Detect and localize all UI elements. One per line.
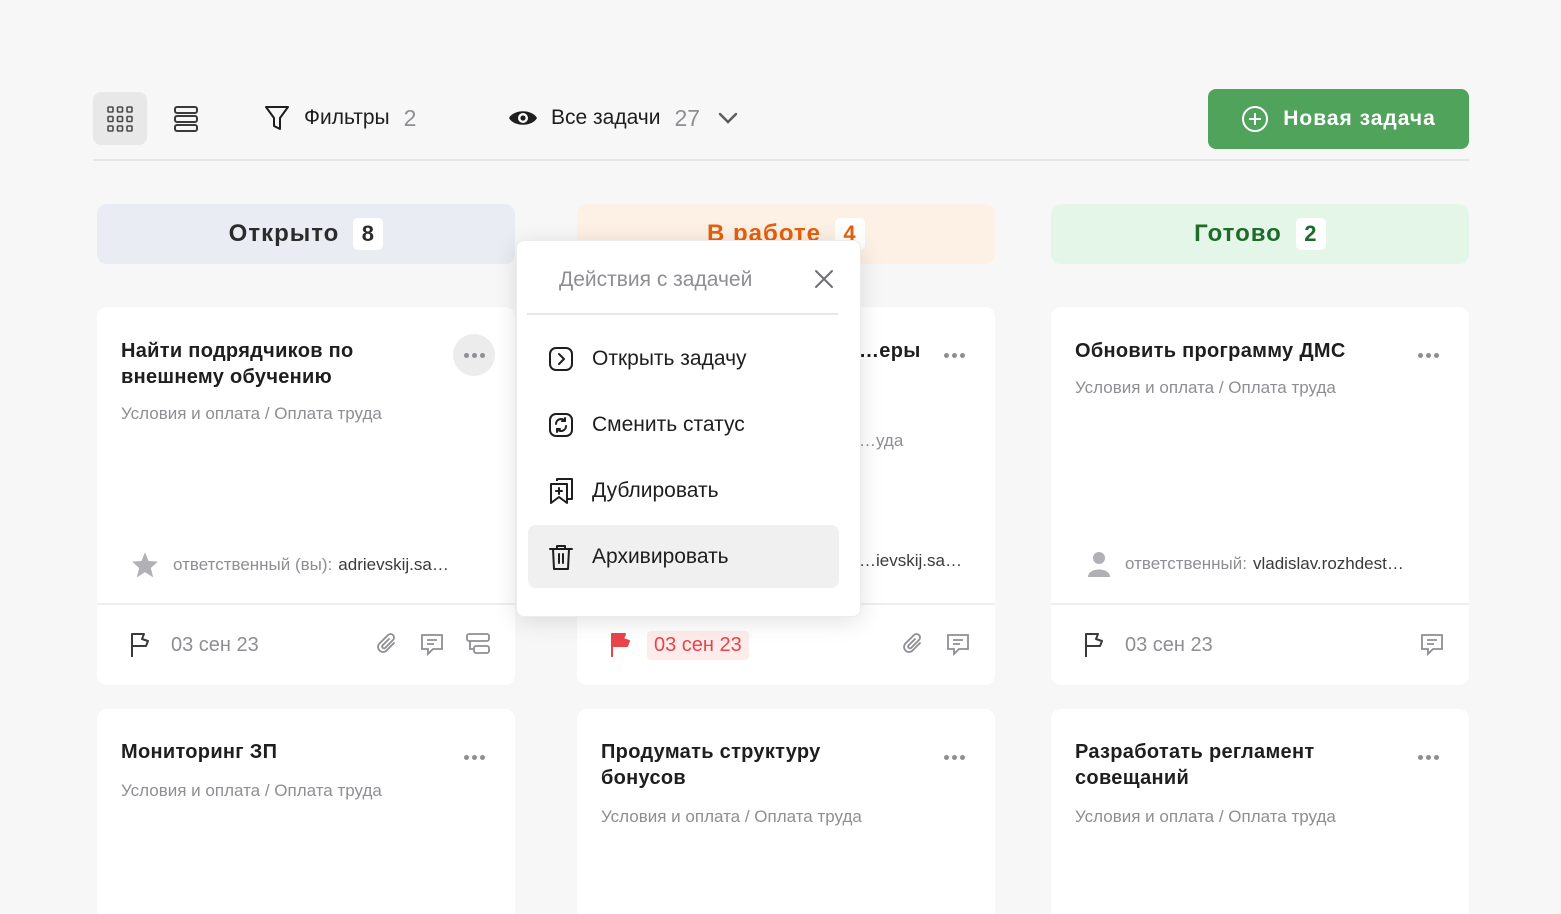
- more-icon: [1417, 352, 1439, 358]
- more-button[interactable]: [453, 736, 495, 778]
- task-card[interactable]: Найти подрядчиков по внешнему обучению У…: [97, 307, 515, 685]
- menu-item-label: Дублировать: [592, 478, 719, 502]
- close-icon[interactable]: [814, 269, 834, 289]
- column-count: 8: [353, 218, 384, 250]
- assignee-label: ответственный:: [1125, 554, 1247, 573]
- new-task-label: Новая задача: [1283, 107, 1436, 130]
- view-count: 27: [674, 104, 701, 131]
- card-category: Условия и оплата / Оплата труда: [121, 781, 382, 800]
- card-title: Разработать регламент совещаний: [1075, 741, 1315, 789]
- task-actions-popup: Действия с задачей Открыть задачу Сменит…: [516, 240, 861, 617]
- change-status-icon: [549, 412, 573, 437]
- card-footer: 03 сен 23: [609, 629, 749, 661]
- open-task-icon: [549, 346, 573, 371]
- column-title: Открыто: [228, 220, 340, 247]
- task-card[interactable]: Обновить программу ДМС Условия и оплата …: [1051, 307, 1469, 685]
- menu-item-open-task[interactable]: Открыть задачу: [528, 327, 839, 390]
- menu-item-archive[interactable]: Архивировать: [528, 525, 839, 588]
- eye-icon: [509, 111, 537, 125]
- menu-item-label: Архивировать: [592, 544, 729, 568]
- card-category: Условия и оплата / Оплата труда: [601, 807, 862, 826]
- due-date: 03 сен 23: [171, 633, 259, 656]
- card-title: …еры: [859, 340, 921, 362]
- flag-icon: [1085, 633, 1103, 657]
- grid-icon: [107, 105, 133, 132]
- assignee-label: ответственный (вы):: [173, 554, 333, 574]
- more-button[interactable]: [933, 736, 975, 778]
- user-icon: [1088, 552, 1110, 577]
- popup-title: Действия с задачей: [559, 268, 753, 291]
- view-select[interactable]: Все задачи 27: [508, 103, 738, 133]
- card-title: Обновить программу ДМС: [1075, 340, 1346, 362]
- flag-filled-icon: [611, 633, 630, 657]
- card-category: Условия и оплата / Оплата труда: [121, 404, 382, 423]
- column-title: Готово: [1194, 220, 1282, 247]
- column-header-open: Открыто 8: [97, 204, 515, 264]
- card-footer: 03 сен 23: [129, 629, 259, 661]
- task-card[interactable]: Продумать структуру бонусов Условия и оп…: [577, 709, 995, 914]
- divider: [97, 603, 515, 605]
- assignee: …ievskij.sa…: [859, 551, 962, 571]
- subtasks-icon[interactable]: [465, 631, 491, 657]
- card-title: Мониторинг ЗП: [121, 741, 278, 763]
- divider: [1051, 603, 1469, 605]
- card-icons: [375, 631, 491, 657]
- more-icon: [463, 352, 485, 358]
- card-title: Найти подрядчиков по внешнему обучению: [121, 340, 354, 388]
- more-button[interactable]: [933, 334, 975, 376]
- assignee: ответственный: vladislav.rozhdest…: [1087, 551, 1404, 577]
- assignee-value[interactable]: vladislav.rozhdest…: [1253, 554, 1404, 574]
- card-category: Условия и оплата / Оплата труда: [1075, 807, 1336, 826]
- comment-icon[interactable]: [419, 631, 445, 657]
- attachment-icon[interactable]: [375, 632, 399, 656]
- filters-button[interactable]: Фильтры 2: [264, 103, 416, 133]
- new-task-button[interactable]: Новая задача: [1208, 89, 1469, 149]
- column-count: 2: [1295, 218, 1326, 250]
- star-icon: [132, 552, 158, 578]
- more-icon: [1417, 754, 1439, 760]
- list-icon: [174, 105, 198, 132]
- card-title: Продумать структуру бонусов: [601, 741, 821, 789]
- menu-item-change-status[interactable]: Сменить статус: [528, 393, 839, 456]
- card-category: …уда: [859, 431, 904, 450]
- assignee-value[interactable]: adrievskij.sa…: [338, 555, 449, 575]
- list-view-button[interactable]: [159, 92, 213, 145]
- more-button[interactable]: [1407, 736, 1449, 778]
- task-card[interactable]: Разработать регламент совещаний Условия …: [1051, 709, 1469, 914]
- assignee-value[interactable]: …ievskij.sa…: [859, 551, 962, 571]
- filter-icon: [265, 106, 289, 130]
- due-date: 03 сен 23: [647, 630, 749, 660]
- comment-icon[interactable]: [1419, 631, 1445, 657]
- filters-label: Фильтры: [304, 106, 390, 129]
- more-button[interactable]: [453, 334, 495, 376]
- column-header-done: Готово 2: [1051, 204, 1469, 264]
- task-card[interactable]: Мониторинг ЗП Условия и оплата / Оплата …: [97, 709, 515, 914]
- card-footer: 03 сен 23: [1083, 629, 1213, 661]
- trash-icon: [549, 544, 573, 570]
- divider: [527, 313, 838, 315]
- due-date: 03 сен 23: [1125, 633, 1213, 656]
- more-icon: [463, 754, 485, 760]
- plus-circle-icon: [1242, 106, 1269, 132]
- comment-icon[interactable]: [945, 631, 971, 657]
- more-icon: [943, 352, 965, 358]
- menu-item-duplicate[interactable]: Дублировать: [528, 459, 839, 522]
- card-icons: [901, 631, 971, 657]
- more-icon: [943, 754, 965, 760]
- card-category: Условия и оплата / Оплата труда: [1075, 378, 1336, 397]
- card-icons: [1419, 631, 1445, 657]
- menu-item-label: Сменить статус: [592, 412, 745, 436]
- grid-view-button[interactable]: [93, 92, 147, 145]
- assignee: ответственный (вы): adrievskij.sa…: [131, 551, 449, 578]
- menu-item-label: Открыть задачу: [592, 346, 747, 370]
- toolbar: Фильтры 2 Все задачи 27 Новая задача: [93, 89, 1469, 161]
- duplicate-icon: [550, 477, 573, 504]
- filters-count: 2: [403, 104, 417, 131]
- view-label: Все задачи: [551, 106, 661, 129]
- flag-icon: [131, 633, 149, 657]
- chevron-down-icon: [718, 112, 738, 124]
- attachment-icon[interactable]: [901, 632, 925, 656]
- more-button[interactable]: [1407, 334, 1449, 376]
